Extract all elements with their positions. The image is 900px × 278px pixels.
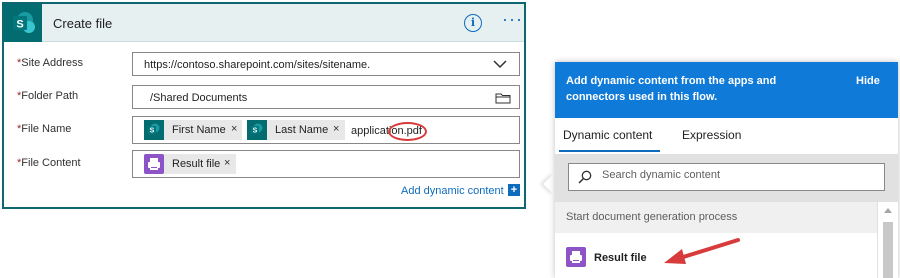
highlight-circle	[388, 122, 427, 141]
add-dynamic-content-link[interactable]: Add dynamic content	[401, 185, 504, 197]
chevron-down-icon[interactable]	[493, 60, 507, 69]
section-header[interactable]: Start document generation process	[555, 202, 877, 233]
panel-description: Add dynamic content from the apps and co…	[566, 75, 777, 103]
svg-text:S: S	[150, 128, 155, 135]
search-box[interactable]	[568, 163, 885, 191]
token-label: Last Name	[275, 124, 329, 136]
selected-tab-indicator	[559, 150, 660, 152]
create-file-card: S Create file i ··· *Site Address https:…	[2, 2, 526, 209]
tab-dynamic-content[interactable]: Dynamic content	[563, 128, 652, 142]
canvas: S Create file i ··· *Site Address https:…	[0, 0, 900, 278]
file-name-label: *File Name	[17, 123, 72, 135]
remove-token-icon[interactable]: ×	[333, 123, 339, 135]
remove-token-icon[interactable]: ×	[231, 123, 237, 135]
sharepoint-icon: S	[247, 120, 267, 140]
token-last-name[interactable]: S Last Name ×	[247, 120, 345, 140]
document-generation-icon	[566, 247, 586, 267]
document-generation-icon	[144, 154, 164, 174]
scroll-thumb[interactable]	[883, 222, 893, 278]
card-title: Create file	[53, 16, 113, 31]
svg-text:S: S	[16, 19, 23, 31]
hide-button[interactable]: Hide	[856, 75, 880, 87]
folder-path-input[interactable]: /Shared Documents	[132, 85, 520, 109]
list-item-label: Result file	[594, 252, 647, 264]
token-first-name[interactable]: S First Name ×	[144, 120, 242, 140]
folder-path-label: *Folder Path	[17, 90, 79, 102]
file-content-input[interactable]: Result file ×	[132, 150, 520, 178]
site-address-value: https://contoso.sharepoint.com/sites/sit…	[144, 59, 371, 71]
svg-text:S: S	[253, 128, 258, 135]
sharepoint-logo-icon: S	[4, 4, 42, 42]
site-address-dropdown[interactable]: https://contoso.sharepoint.com/sites/sit…	[132, 52, 520, 76]
red-arrow-annotation	[664, 238, 740, 264]
section-title: Start document generation process	[566, 211, 738, 223]
token-result-file[interactable]: Result file ×	[144, 154, 236, 174]
file-content-label: *File Content	[17, 157, 81, 169]
folder-icon[interactable]	[495, 92, 511, 104]
search-input[interactable]	[602, 169, 872, 181]
token-label: Result file	[172, 158, 221, 170]
site-address-label: *Site Address	[17, 57, 84, 69]
scroll-up-arrow-icon[interactable]	[884, 208, 892, 213]
add-icon[interactable]: +	[508, 184, 520, 196]
more-options-icon[interactable]: ···	[502, 9, 523, 30]
token-label: First Name	[172, 124, 226, 136]
tab-expression[interactable]: Expression	[682, 128, 741, 142]
scrollbar[interactable]	[878, 202, 898, 278]
remove-token-icon[interactable]: ×	[224, 157, 230, 169]
file-name-input[interactable]: S First Name × S Last Name × application…	[132, 116, 520, 144]
card-header[interactable]: S Create file i ···	[4, 4, 524, 42]
info-icon[interactable]: i	[464, 14, 482, 32]
folder-path-value: /Shared Documents	[150, 92, 248, 104]
panel-header: Add dynamic content from the apps and co…	[555, 62, 898, 118]
search-icon	[578, 170, 592, 184]
sharepoint-icon: S	[144, 120, 164, 140]
